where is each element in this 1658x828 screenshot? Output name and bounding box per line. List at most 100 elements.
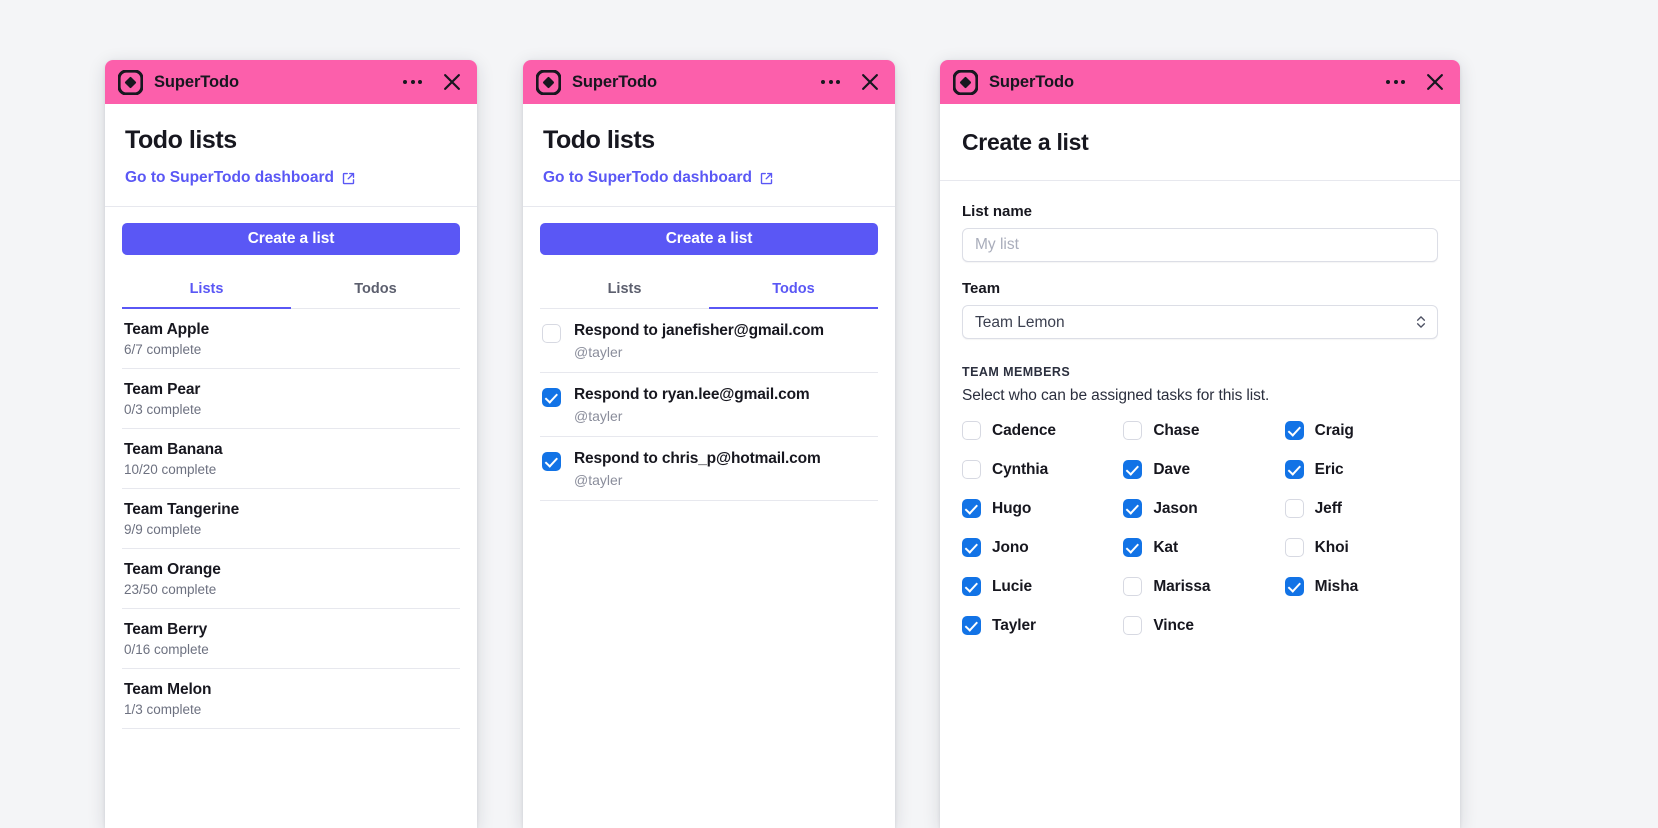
member-checkbox[interactable] <box>1284 499 1304 518</box>
member-name: Tayler <box>992 616 1036 634</box>
member-checkbox[interactable] <box>962 538 981 557</box>
page-title: Todo lists <box>543 126 655 154</box>
member-checkbox-row[interactable]: Cynthia <box>962 460 1115 479</box>
create-list-button[interactable]: Create a list <box>122 223 460 255</box>
member-name: Cynthia <box>992 460 1049 478</box>
list-item-progress: 0/3 complete <box>124 402 202 417</box>
member-checkbox-row[interactable]: Dave <box>1123 460 1276 479</box>
list-item[interactable]: Team Tangerine 9/9 complete <box>122 489 460 549</box>
list-item-title: Team Berry <box>124 621 208 638</box>
member-checkbox[interactable] <box>1284 421 1304 440</box>
external-link-icon <box>342 172 355 184</box>
member-checkbox-row[interactable]: Hugo <box>962 499 1115 518</box>
list-item-progress: 23/50 complete <box>124 582 217 597</box>
member-name: Kat <box>1153 538 1179 556</box>
team-select-wrap: Team Lemon <box>962 305 1438 339</box>
member-checkbox[interactable] <box>1123 421 1143 440</box>
brand: SuperTodo <box>953 69 1074 95</box>
list-item[interactable]: Team Berry 0/16 complete <box>122 609 460 669</box>
page-title: Create a list <box>962 129 1089 155</box>
close-icon[interactable] <box>441 71 463 93</box>
member-checkbox[interactable] <box>962 616 981 635</box>
panel-header: Todo lists Go to SuperTodo dashboard <box>105 104 477 207</box>
dashboard-link-label: Go to SuperTodo dashboard <box>543 169 752 186</box>
todo-text: Respond to chris_p@hotmail.com @tayler <box>574 450 876 488</box>
member-checkbox-row[interactable]: Kat <box>1123 538 1276 557</box>
list-item[interactable]: Team Apple 6/7 complete <box>122 309 460 369</box>
todo-assignee: @tayler <box>574 344 623 360</box>
create-list-button-wrap: Create a list <box>523 207 895 270</box>
list-name-label: List name <box>962 203 1033 220</box>
list-item[interactable]: Team Banana 10/20 complete <box>122 429 460 489</box>
brand-name: SuperTodo <box>572 72 657 91</box>
member-checkbox-row[interactable]: Misha <box>1284 577 1438 596</box>
tab-todos[interactable]: Todos <box>291 270 460 309</box>
tab-lists[interactable]: Lists <box>122 270 291 309</box>
list-item[interactable]: Team Orange 23/50 complete <box>122 549 460 609</box>
member-checkbox-row[interactable]: Chase <box>1123 421 1276 440</box>
member-name: Lucie <box>992 577 1032 595</box>
tab-todos[interactable]: Todos <box>709 270 878 309</box>
list-item-progress: 6/7 complete <box>124 342 202 357</box>
member-checkbox-row[interactable]: Cadence <box>962 421 1115 440</box>
todo-text: Respond to janefisher@gmail.com @tayler <box>574 322 876 360</box>
more-horizontal-icon[interactable] <box>1384 74 1407 90</box>
supertodo-logo-icon <box>536 69 561 95</box>
team-members-grid: Cadence Chase Craig Cynthia Dave Eric Hu… <box>962 421 1438 635</box>
more-horizontal-icon[interactable] <box>819 74 842 90</box>
member-checkbox[interactable] <box>1123 538 1143 557</box>
todo-checkbox[interactable] <box>542 388 561 407</box>
list-item-title: Team Melon <box>124 681 212 698</box>
todo-checkbox[interactable] <box>542 324 561 343</box>
member-checkbox[interactable] <box>1123 616 1143 635</box>
member-checkbox-row[interactable]: Lucie <box>962 577 1115 596</box>
member-checkbox-row[interactable]: Khoi <box>1284 538 1438 557</box>
todos-rows: Respond to janefisher@gmail.com @tayler … <box>523 309 895 501</box>
member-checkbox[interactable] <box>1284 538 1304 557</box>
todo-item[interactable]: Respond to chris_p@hotmail.com @tayler <box>540 437 878 501</box>
dashboard-link[interactable]: Go to SuperTodo dashboard <box>543 169 774 187</box>
create-list-button[interactable]: Create a list <box>540 223 878 255</box>
close-icon[interactable] <box>859 71 881 93</box>
member-name: Khoi <box>1314 538 1349 556</box>
panel-header: Create a list <box>940 104 1460 181</box>
member-checkbox-row[interactable]: Tayler <box>962 616 1115 635</box>
member-checkbox-row[interactable]: Vince <box>1123 616 1276 635</box>
member-checkbox-row[interactable]: Jason <box>1123 499 1276 518</box>
member-name: Craig <box>1314 421 1354 439</box>
list-item-progress: 0/16 complete <box>124 642 209 657</box>
close-icon[interactable] <box>1424 71 1446 93</box>
member-checkbox[interactable] <box>1284 460 1304 479</box>
member-checkbox-row[interactable]: Jeff <box>1284 499 1438 518</box>
member-checkbox[interactable] <box>1284 577 1304 596</box>
member-checkbox[interactable] <box>962 421 981 440</box>
member-checkbox[interactable] <box>1123 460 1143 479</box>
dashboard-link-label: Go to SuperTodo dashboard <box>125 169 334 186</box>
member-checkbox-row[interactable]: Eric <box>1284 460 1438 479</box>
tab-lists[interactable]: Lists <box>540 270 709 309</box>
team-select[interactable]: Team Lemon <box>962 305 1438 339</box>
brand-name: SuperTodo <box>154 72 239 91</box>
lists-rows: Team Apple 6/7 complete Team Pear 0/3 co… <box>105 309 477 729</box>
member-checkbox-row[interactable]: Craig <box>1284 421 1438 440</box>
member-checkbox-row[interactable]: Jono <box>962 538 1115 557</box>
member-checkbox[interactable] <box>962 499 981 518</box>
member-checkbox-row[interactable]: Marissa <box>1123 577 1276 596</box>
list-name-input[interactable] <box>962 228 1438 262</box>
todo-assignee: @tayler <box>574 472 623 488</box>
member-checkbox[interactable] <box>962 460 981 479</box>
todo-lists-panel: SuperTodo Todo lists Go to SuperTodo das… <box>105 60 477 828</box>
dashboard-link[interactable]: Go to SuperTodo dashboard <box>125 169 356 187</box>
todo-checkbox[interactable] <box>542 452 561 471</box>
member-checkbox[interactable] <box>962 577 981 596</box>
list-item[interactable]: Team Melon 1/3 complete <box>122 669 460 729</box>
todo-item[interactable]: Respond to janefisher@gmail.com @tayler <box>540 309 878 373</box>
member-checkbox[interactable] <box>1123 577 1143 596</box>
list-item[interactable]: Team Pear 0/3 complete <box>122 369 460 429</box>
todo-item[interactable]: Respond to ryan.lee@gmail.com @tayler <box>540 373 878 437</box>
more-horizontal-icon[interactable] <box>401 74 424 90</box>
todo-title: Respond to janefisher@gmail.com <box>574 322 824 339</box>
member-checkbox[interactable] <box>1123 499 1143 518</box>
todo-assignee: @tayler <box>574 408 623 424</box>
member-name: Cadence <box>992 421 1056 439</box>
